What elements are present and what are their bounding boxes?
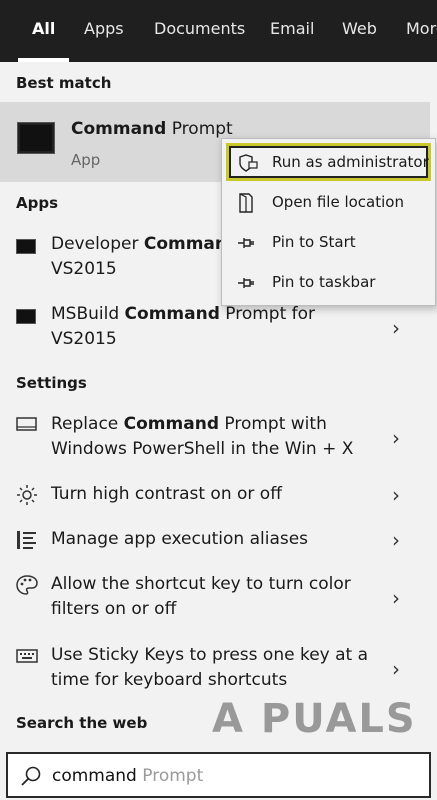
- chevron-right-icon[interactable]: ›: [392, 485, 408, 505]
- appuals-watermark: A PUALS: [212, 690, 434, 750]
- menu-item-label: Pin to Start: [272, 233, 356, 251]
- label-post: Prompt with: [218, 414, 327, 434]
- search-suggestion: Prompt: [136, 766, 204, 786]
- menu-item-label: Run as administrator: [272, 153, 429, 171]
- tab-email[interactable]: Email: [270, 0, 314, 62]
- tab-apps[interactable]: Apps: [84, 0, 124, 62]
- list-item-label: MSBuild Command Prompt for VS2015: [51, 302, 381, 352]
- filter-tabs: All Apps Documents Email Web More: [0, 0, 437, 62]
- tab-more[interactable]: More: [406, 0, 437, 62]
- list-icon: [16, 529, 38, 551]
- label-pre: Developer: [51, 234, 144, 254]
- list-item-setting[interactable]: Replace Command Prompt with Windows Power…: [0, 412, 437, 467]
- shield-icon: [238, 153, 258, 173]
- search-icon: [20, 765, 42, 787]
- section-settings: Settings: [16, 374, 87, 392]
- command-prompt-icon: [16, 305, 38, 327]
- monitor-icon: [16, 414, 38, 436]
- file-location-icon: [236, 193, 256, 213]
- keyboard-icon: [16, 645, 38, 667]
- brightness-icon: [16, 484, 38, 506]
- chevron-right-icon[interactable]: ›: [392, 428, 408, 448]
- best-match-title-bold: Command: [71, 119, 167, 139]
- pin-icon: [236, 233, 256, 253]
- list-item-label: Use Sticky Keys to press one key at a tim…: [51, 643, 381, 693]
- menu-item-open-file-location[interactable]: Open file location: [222, 183, 435, 223]
- list-item-label: Manage app execution aliases: [51, 529, 309, 549]
- chevron-right-icon[interactable]: ›: [392, 530, 408, 550]
- label-line2: filters on or off: [51, 599, 177, 619]
- best-match-title-rest: Prompt: [166, 119, 233, 139]
- label-bold: Command: [124, 304, 220, 324]
- menu-item-label: Pin to taskbar: [272, 273, 376, 291]
- list-item-setting[interactable]: Allow the shortcut key to turn color filt…: [0, 572, 437, 627]
- label-pre: MSBuild: [51, 304, 125, 324]
- section-apps: Apps: [16, 194, 59, 212]
- menu-item-run-as-administrator[interactable]: Run as administrator: [226, 143, 431, 181]
- chevron-right-icon[interactable]: ›: [392, 588, 408, 608]
- palette-icon: [16, 574, 38, 596]
- label-line2: VS2015: [51, 329, 117, 349]
- label-line2: time for keyboard shortcuts: [51, 670, 288, 690]
- list-item-label: Replace Command Prompt with Windows Power…: [51, 412, 381, 462]
- menu-item-pin-to-start[interactable]: Pin to Start: [222, 223, 435, 263]
- command-prompt-icon: [16, 235, 38, 257]
- list-item-label: Turn high contrast on or off: [51, 484, 282, 504]
- tab-all[interactable]: All: [17, 0, 70, 62]
- menu-item-pin-to-taskbar[interactable]: Pin to taskbar: [222, 263, 435, 303]
- label-pre: Replace: [51, 414, 124, 434]
- chevron-right-icon[interactable]: ›: [392, 318, 408, 338]
- context-menu: Run as administrator Open file location …: [221, 138, 436, 306]
- section-search-web: Search the web: [16, 714, 148, 732]
- list-item-app[interactable]: MSBuild Command Prompt for VS2015 ›: [0, 302, 437, 357]
- pin-icon: [236, 273, 256, 293]
- tab-web[interactable]: Web: [342, 0, 377, 62]
- watermark-text: A PUALS: [212, 696, 417, 742]
- label-pre: Use Sticky Keys to press one key at a: [51, 645, 369, 665]
- search-input[interactable]: command Prompt: [52, 766, 203, 786]
- label-line2: VS2015: [51, 259, 117, 279]
- list-item-setting[interactable]: Manage app execution aliases ›: [0, 527, 437, 557]
- search-box[interactable]: command Prompt: [6, 752, 431, 798]
- label-pre: Allow the shortcut key to turn color: [51, 574, 351, 594]
- list-item-setting[interactable]: Turn high contrast on or off ›: [0, 482, 437, 512]
- search-typed-text: command: [52, 766, 137, 786]
- label-post: Prompt for: [219, 304, 316, 324]
- chevron-right-icon[interactable]: ›: [392, 659, 408, 679]
- menu-item-label: Open file location: [272, 193, 404, 211]
- tab-documents[interactable]: Documents: [154, 0, 245, 62]
- command-prompt-icon: [17, 122, 55, 154]
- best-match-title: Command Prompt: [71, 119, 233, 139]
- section-best-match: Best match: [16, 74, 112, 92]
- best-match-subtitle: App: [71, 151, 101, 169]
- label-line2: Windows PowerShell in the Win + X: [51, 439, 354, 459]
- label-bold: Command: [123, 414, 219, 434]
- list-item-label: Allow the shortcut key to turn color filt…: [51, 572, 381, 622]
